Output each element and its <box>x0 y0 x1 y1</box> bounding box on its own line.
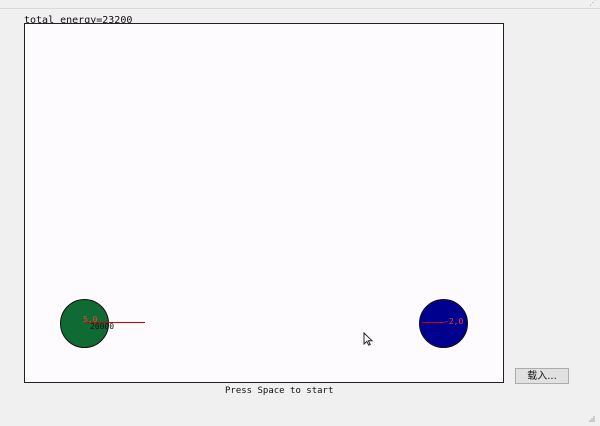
window-resize-icon: ⋰ <box>589 0 597 7</box>
window-top-bar: ⋰ <box>0 0 600 9</box>
mouse-cursor-icon <box>363 332 373 346</box>
right-ball-speed-label: -2,0 <box>444 317 464 326</box>
right-velocity-line <box>422 322 445 323</box>
resize-grip-icon[interactable] <box>588 415 596 423</box>
simulation-canvas[interactable]: 5,0 20000 -2,0 <box>24 23 504 383</box>
load-button[interactable]: 载入... <box>515 368 569 384</box>
start-instruction: Press Space to start <box>225 386 334 396</box>
left-ball-energy-label: 20000 <box>90 322 115 331</box>
